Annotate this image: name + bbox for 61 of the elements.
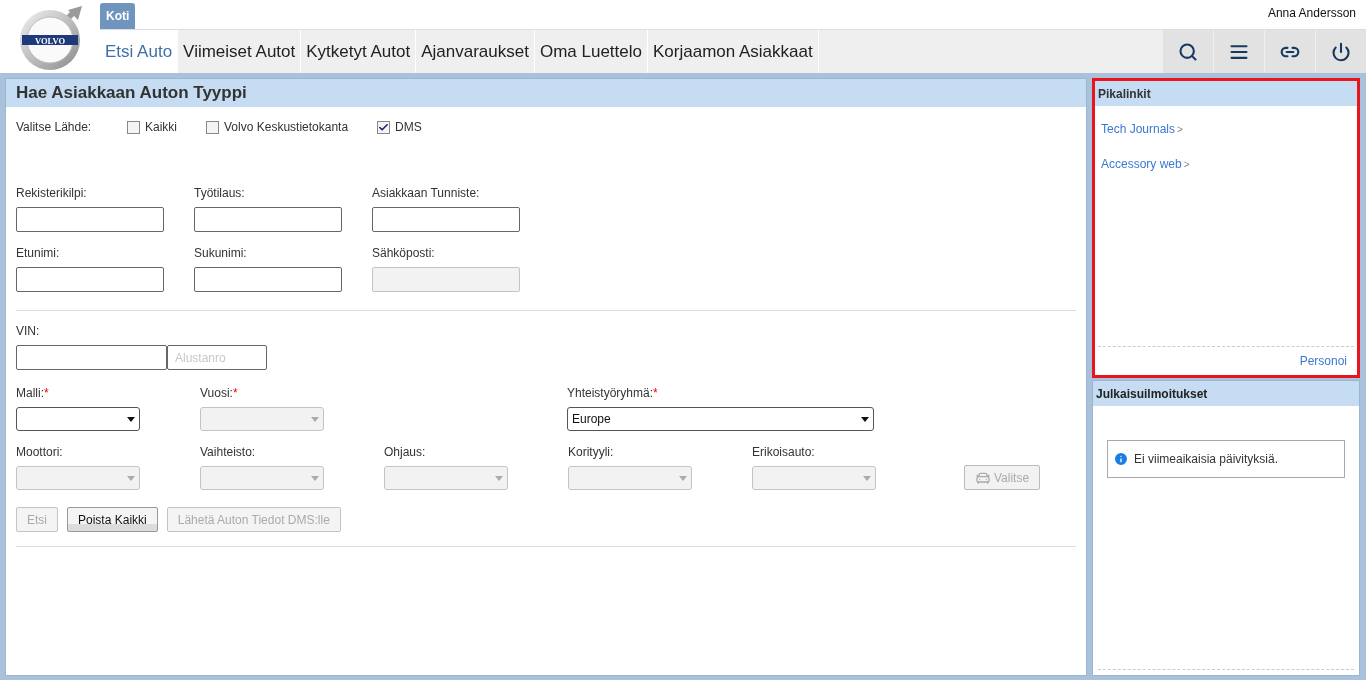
quick-link[interactable]: Accessory web > bbox=[1101, 155, 1351, 173]
caret-icon bbox=[127, 475, 135, 481]
nav-tab[interactable]: Viimeiset Autot bbox=[178, 30, 302, 73]
search-icon bbox=[1178, 41, 1198, 62]
field-label: Yhteistyöryhmä:* bbox=[567, 385, 659, 402]
field-label: Rekisterikilpi: bbox=[16, 185, 88, 202]
text-field[interactable] bbox=[372, 207, 520, 232]
user-name: Anna Andersson bbox=[1267, 5, 1356, 22]
field-label: Työtilaus: bbox=[194, 185, 246, 202]
caret-icon bbox=[311, 416, 319, 422]
caret-icon bbox=[863, 475, 871, 481]
checkbox[interactable] bbox=[127, 120, 140, 134]
panel-title: Hae Asiakkaan Auton Tyyppi bbox=[16, 82, 247, 105]
info-icon bbox=[1113, 451, 1129, 467]
menu-button[interactable] bbox=[1214, 30, 1264, 73]
field-label: VIN: bbox=[16, 323, 41, 340]
checkbox-label: Kaikki bbox=[145, 119, 177, 136]
caret-icon bbox=[311, 475, 319, 481]
field-label: Moottori: bbox=[16, 444, 64, 461]
vin-field[interactable] bbox=[16, 345, 167, 370]
form-button[interactable]: Poista Kaikki bbox=[67, 507, 158, 532]
field-label: Vuosi:* bbox=[200, 385, 239, 402]
text-field[interactable] bbox=[16, 207, 164, 232]
search-button[interactable] bbox=[1163, 30, 1213, 73]
nav-tab[interactable]: Kytketyt Autot bbox=[301, 30, 417, 73]
field-label: Sähköposti: bbox=[372, 245, 436, 262]
caret-icon bbox=[861, 416, 869, 422]
notice-text: Ei viimeaikaisia päivityksiä. bbox=[1134, 451, 1279, 468]
home-tab[interactable]: Koti bbox=[100, 3, 136, 29]
link-button[interactable] bbox=[1265, 30, 1315, 73]
field-label: Sukunimi: bbox=[194, 245, 248, 262]
checkbox-label: Volvo Keskustietokanta bbox=[224, 119, 349, 136]
caret-icon bbox=[495, 475, 503, 481]
text-field[interactable] bbox=[194, 267, 342, 292]
source-label: Valitse Lähde: bbox=[16, 119, 93, 136]
panel-title: Pikalinkit bbox=[1098, 85, 1151, 103]
field-label: Erikoisauto: bbox=[752, 444, 816, 461]
checkbox[interactable] bbox=[377, 120, 391, 134]
dropdown[interactable] bbox=[16, 407, 140, 431]
field-label: Malli:* bbox=[16, 385, 50, 402]
power-icon bbox=[1331, 41, 1351, 62]
nav-tab[interactable]: Oma Luettelo bbox=[534, 30, 648, 73]
field-label: Korityyli: bbox=[568, 444, 615, 461]
field-label: Asiakkaan Tunniste: bbox=[372, 185, 481, 202]
nav-tab[interactable]: Korjaamon Asiakkaat bbox=[648, 30, 819, 73]
power-button[interactable] bbox=[1316, 30, 1366, 73]
personalize-link[interactable]: Personoi bbox=[1299, 352, 1347, 370]
field-label: Ohjaus: bbox=[384, 444, 427, 461]
nav-tab[interactable]: Ajanvaraukset bbox=[416, 30, 535, 73]
quick-link[interactable]: Tech Journals > bbox=[1101, 120, 1351, 138]
field-label: Etunimi: bbox=[16, 245, 61, 262]
caret-icon bbox=[127, 416, 135, 422]
nav-tab[interactable]: Etsi Auto bbox=[100, 30, 179, 73]
field-label: Vaihteisto: bbox=[200, 444, 257, 461]
checkbox[interactable] bbox=[206, 120, 219, 134]
text-field[interactable] bbox=[16, 267, 164, 292]
text-field[interactable] bbox=[194, 207, 342, 232]
panel-title: Julkaisuilmoitukset bbox=[1096, 385, 1208, 403]
dropdown[interactable]: Europe bbox=[567, 407, 874, 431]
checkbox-label: DMS bbox=[395, 119, 422, 136]
caret-icon bbox=[679, 475, 687, 481]
